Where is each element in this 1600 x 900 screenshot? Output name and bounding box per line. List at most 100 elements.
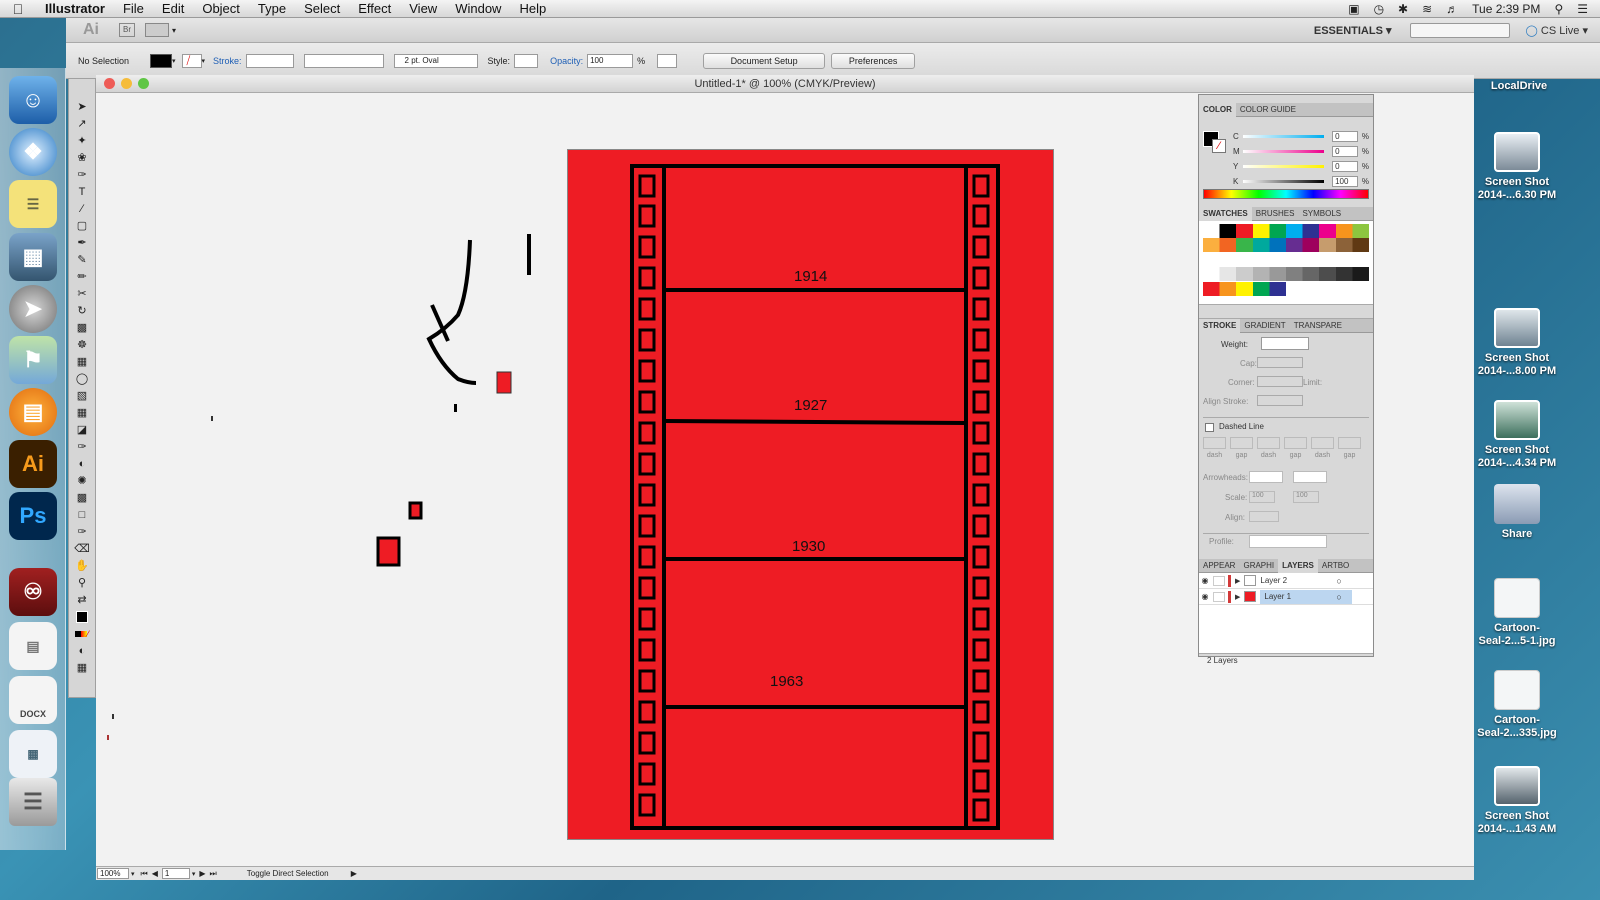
prev-artboard-icon[interactable]: ◀: [152, 869, 158, 878]
desktop-file[interactable]: Screen Shot 2014-...4.34 PM: [1470, 400, 1564, 470]
workspace-switcher[interactable]: ESSENTIALS ▾: [1314, 24, 1392, 37]
gap-field-3[interactable]: [1338, 437, 1361, 449]
eyedropper-icon[interactable]: ✑: [72, 439, 92, 454]
notification-list-icon[interactable]: ☰: [1577, 2, 1588, 16]
tab-appearance[interactable]: APPEAR: [1199, 561, 1239, 570]
blend-icon[interactable]: ◐: [72, 456, 92, 471]
menu-app-name[interactable]: Illustrator: [36, 1, 114, 16]
desktop-local-drive[interactable]: LocalDrive: [1472, 80, 1566, 93]
lasso-icon[interactable]: ❀: [72, 150, 92, 165]
artboard[interactable]: 1914 1927 1930 1963: [567, 149, 1054, 840]
tab-artboards[interactable]: ARTBO: [1318, 561, 1353, 570]
tab-symbols[interactable]: SYMBOLS: [1298, 209, 1345, 218]
blob-brush-icon[interactable]: ✏: [72, 269, 92, 284]
chevron-down-icon[interactable]: ▾: [172, 26, 176, 35]
lock-toggle[interactable]: [1213, 591, 1225, 602]
stroke-weight-input[interactable]: [1261, 337, 1309, 350]
gap-field-1[interactable]: [1230, 437, 1253, 449]
line-tool-icon[interactable]: ∕: [72, 201, 92, 216]
channel-m-value[interactable]: 0: [1332, 146, 1358, 157]
preferences-button[interactable]: Preferences: [831, 52, 916, 69]
tab-layers[interactable]: LAYERS: [1278, 558, 1318, 573]
finder-icon[interactable]: ☺: [9, 76, 57, 124]
perspective-icon[interactable]: ▧: [72, 388, 92, 403]
docx-file-icon[interactable]: DOCX: [9, 676, 57, 724]
speck-1[interactable]: [211, 416, 213, 421]
desktop-share[interactable]: Share: [1470, 484, 1564, 541]
apple-menu-icon[interactable]: : [0, 1, 36, 17]
artboard-dropdown-icon[interactable]: ▾: [192, 870, 196, 878]
year-label-1927[interactable]: 1927: [794, 397, 827, 414]
profile-select[interactable]: [1249, 535, 1327, 548]
channel-c-slider[interactable]: [1242, 135, 1325, 138]
rectangle-tool-icon[interactable]: ▢: [72, 218, 92, 233]
spotlight-icon[interactable]: ⚲: [1554, 2, 1563, 16]
magic-wand-icon[interactable]: ✦: [72, 133, 92, 148]
channel-y-value[interactable]: 0: [1332, 161, 1358, 172]
start-arrowhead-select[interactable]: [1249, 471, 1283, 483]
frame-divider-2[interactable]: [663, 419, 967, 425]
dot-mark[interactable]: [454, 404, 457, 412]
film-outer-border[interactable]: [630, 164, 1000, 830]
fill-swatch[interactable]: [150, 53, 172, 68]
channel-y-slider[interactable]: [1242, 165, 1325, 168]
last-artboard-icon[interactable]: ⏭: [210, 869, 217, 879]
stroke-swatch[interactable]: ⧸: [181, 53, 202, 68]
display-icon[interactable]: ▣: [1348, 2, 1359, 16]
bluetooth-icon[interactable]: ✱: [1398, 2, 1408, 16]
screenshot-stack-icon[interactable]: ▦: [9, 730, 57, 778]
speck-2[interactable]: [112, 714, 114, 719]
free-transform-icon[interactable]: ▦: [72, 354, 92, 369]
pen-tool-icon[interactable]: ✑: [72, 167, 92, 182]
start-scale-field[interactable]: 100: [1249, 491, 1275, 503]
target-circle-icon[interactable]: ○: [1336, 576, 1341, 586]
shape-builder-icon[interactable]: ◯: [72, 371, 92, 386]
screen-mode-icon[interactable]: ▦: [72, 660, 92, 675]
color-mode-icon[interactable]: ⁄: [72, 626, 92, 641]
ibooks-icon[interactable]: ▤: [9, 388, 57, 436]
volume-icon[interactable]: ♬: [1446, 2, 1458, 16]
scissors-icon[interactable]: ✂: [72, 286, 92, 301]
desktop-file[interactable]: Screen Shot 2014-...6.30 PM: [1470, 132, 1564, 202]
year-label-1914[interactable]: 1914: [794, 268, 827, 285]
menu-window[interactable]: Window: [446, 1, 510, 16]
small-red-rect[interactable]: [496, 371, 512, 394]
gradient-icon[interactable]: ◪: [72, 422, 92, 437]
menu-help[interactable]: Help: [510, 1, 555, 16]
maps-icon[interactable]: ⚑: [9, 336, 57, 384]
paintbrush-icon[interactable]: ✒: [72, 235, 92, 250]
layer-row[interactable]: ◉ ▶ Layer 2 ○: [1199, 573, 1373, 589]
menu-view[interactable]: View: [400, 1, 446, 16]
speck-3[interactable]: [107, 735, 109, 740]
stroke-dropdown-icon[interactable]: ▾: [202, 57, 206, 65]
photo-icon[interactable]: ▦: [9, 233, 57, 281]
next-artboard-icon[interactable]: ▶: [199, 869, 205, 878]
expand-triangle-icon[interactable]: ▶: [1235, 593, 1240, 601]
opacity-label[interactable]: Opacity:: [550, 56, 583, 66]
desktop-file[interactable]: Screen Shot 2014-...1.43 AM: [1470, 766, 1564, 836]
trash-icon[interactable]: ☰: [9, 778, 57, 826]
arrange-documents-button[interactable]: [145, 23, 169, 37]
cs-live-menu[interactable]: ◯ CS Live ▾: [1526, 24, 1588, 37]
type-tool-icon[interactable]: T: [72, 184, 92, 199]
dash-field-1[interactable]: [1203, 437, 1226, 449]
dashed-line-checkbox[interactable]: [1205, 423, 1214, 432]
brush-definition[interactable]: 2 pt. Oval: [393, 53, 478, 68]
column-graph-icon[interactable]: ▩: [72, 490, 92, 505]
stroke-color-swatch[interactable]: ⁄: [1212, 139, 1226, 153]
draw-mode-icon[interactable]: ◐: [72, 643, 92, 658]
safari-icon[interactable]: ❖: [9, 128, 57, 176]
help-search-input[interactable]: [1409, 22, 1510, 38]
slice-icon[interactable]: ✑: [72, 524, 92, 539]
tab-gradient[interactable]: GRADIENT: [1240, 321, 1289, 330]
tab-graphic-styles[interactable]: GRAPHI: [1239, 561, 1278, 570]
color-spectrum-bar[interactable]: [1203, 189, 1369, 199]
direct-selection-tool-icon[interactable]: ↗: [72, 116, 92, 131]
corner-buttons[interactable]: [1257, 376, 1303, 387]
time-machine-icon[interactable]: ◷: [1374, 2, 1384, 16]
layer-name[interactable]: Layer 2: [1260, 576, 1336, 585]
stroke-label[interactable]: Stroke:: [213, 56, 242, 66]
expand-triangle-icon[interactable]: ▶: [1235, 577, 1240, 585]
swap-fill-stroke-icon[interactable]: ⇄: [72, 592, 92, 607]
gap-field-2[interactable]: [1284, 437, 1307, 449]
